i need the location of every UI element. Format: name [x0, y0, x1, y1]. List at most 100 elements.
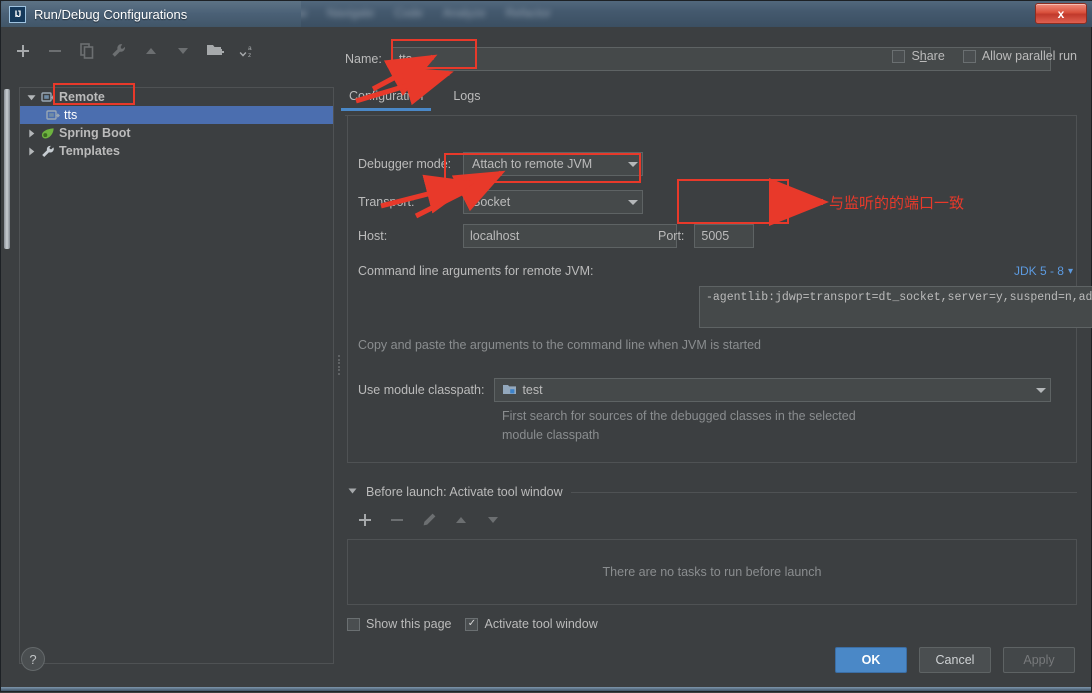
- debugger-mode-label: Debugger mode:: [358, 157, 463, 171]
- sort-alpha-icon[interactable]: az: [239, 43, 257, 61]
- module-classpath-value-wrap: test: [503, 383, 542, 398]
- debugger-mode-value: Attach to remote JVM: [472, 157, 592, 171]
- allow-parallel-run-checkbox-box[interactable]: [963, 50, 976, 63]
- tree-node-tts[interactable]: tts: [20, 106, 333, 124]
- cmd-args-hint: Copy and paste the arguments to the comm…: [358, 338, 761, 352]
- activate-tool-window-checkbox-box[interactable]: ✓: [465, 618, 478, 631]
- move-up-icon: [143, 43, 161, 61]
- module-classpath-label: Use module classpath:: [358, 383, 484, 397]
- module-classpath-value: test: [522, 383, 542, 397]
- twisty-expanded-icon[interactable]: [26, 92, 37, 103]
- close-icon[interactable]: x: [1035, 3, 1087, 24]
- before-launch-empty-text: There are no tasks to run before launch: [603, 565, 822, 579]
- tree-node-spring-boot[interactable]: Spring Boot: [20, 124, 333, 142]
- module-hint-1: First search for sources of the debugged…: [502, 409, 856, 423]
- remote-icon: [41, 90, 55, 104]
- tree-node-label: Templates: [59, 144, 120, 158]
- configurations-toolbar: az: [15, 39, 257, 65]
- before-launch-title: Before launch: Activate tool window: [366, 485, 563, 499]
- allow-parallel-run-label: Allow parallel run: [982, 49, 1077, 63]
- bl-remove-icon: [389, 512, 407, 530]
- chevron-down-icon: [628, 200, 638, 205]
- panel-splitter[interactable]: [336, 353, 342, 377]
- chevron-down-icon: ▾: [1068, 266, 1073, 277]
- help-button[interactable]: ?: [21, 647, 45, 671]
- bg-menu-item: Refactor: [506, 6, 551, 20]
- ok-button[interactable]: OK: [835, 647, 907, 673]
- host-label: Host:: [358, 229, 463, 243]
- tree-scrollbar[interactable]: [3, 89, 11, 663]
- port-label: Port:: [658, 229, 684, 243]
- show-this-page-label: Show this page: [366, 617, 451, 631]
- chevron-down-icon: [628, 162, 638, 167]
- before-launch-header[interactable]: Before launch: Activate tool window: [347, 483, 1077, 501]
- activate-tool-window-label: Activate tool window: [484, 617, 597, 631]
- transport-label: Transport:: [358, 195, 463, 209]
- transport-value: Socket: [472, 195, 510, 209]
- jdk-version-label: JDK 5 - 8: [1014, 264, 1064, 278]
- bl-up-icon: [453, 512, 471, 530]
- tree-node-templates[interactable]: Templates: [20, 142, 333, 160]
- tree-scrollbar-thumb[interactable]: [4, 89, 10, 249]
- debugger-mode-select[interactable]: Attach to remote JVM: [463, 152, 643, 176]
- transport-row: Transport: Socket: [358, 190, 643, 214]
- allow-parallel-run-checkbox[interactable]: Allow parallel run: [963, 49, 1077, 63]
- tab-logs[interactable]: Logs: [451, 85, 482, 111]
- share-options: Share Allow parallel run: [892, 49, 1077, 63]
- collapse-triangle-icon[interactable]: [347, 483, 358, 501]
- name-label: Name:: [345, 52, 382, 66]
- host-row: Host: localhost: [358, 224, 677, 248]
- port-input[interactable]: 5005: [694, 224, 754, 248]
- apply-button[interactable]: Apply: [1003, 647, 1075, 673]
- cmd-args-textarea[interactable]: -agentlib:jdwp=transport=dt_socket,serve…: [699, 286, 1092, 328]
- module-hint-line1: First search for sources of the debugged…: [502, 409, 856, 423]
- share-checkbox-box[interactable]: [892, 50, 905, 63]
- show-this-page-checkbox-box[interactable]: [347, 618, 360, 631]
- bl-add-icon[interactable]: [357, 512, 375, 530]
- twisty-collapsed-icon[interactable]: [26, 146, 37, 157]
- transport-select[interactable]: Socket: [463, 190, 643, 214]
- configurations-tree[interactable]: Remote tts Spring Boot Templates: [19, 87, 334, 664]
- cancel-button[interactable]: Cancel: [919, 647, 991, 673]
- before-launch-task-list[interactable]: There are no tasks to run before launch: [347, 539, 1077, 605]
- share-checkbox[interactable]: Share: [892, 49, 944, 63]
- move-down-icon: [175, 43, 193, 61]
- configuration-editor-pane: Name: tts Share Allow parallel run Confi…: [345, 39, 1077, 691]
- new-folder-icon[interactable]: [207, 43, 225, 61]
- tree-node-remote[interactable]: Remote: [20, 88, 333, 106]
- add-icon[interactable]: [15, 43, 33, 61]
- before-launch-checkboxes: Show this page ✓ Activate tool window: [347, 617, 1077, 631]
- run-debug-configurations-dialog: File Edit View Navigate Code Analyze Ref…: [0, 0, 1092, 692]
- host-input[interactable]: localhost: [463, 224, 677, 248]
- dialog-buttons: OK Cancel Apply: [835, 647, 1075, 673]
- tree-node-label: tts: [64, 108, 77, 122]
- activate-tool-window-checkbox[interactable]: ✓ Activate tool window: [465, 617, 597, 631]
- bl-edit-icon: [421, 512, 439, 530]
- bl-down-icon: [485, 512, 503, 530]
- cmd-args-label-row: Command line arguments for remote JVM:: [358, 264, 594, 278]
- module-classpath-row: Use module classpath: test: [358, 378, 1051, 402]
- tree-node-label: Spring Boot: [59, 126, 131, 140]
- bg-menu-item: Analyze: [443, 6, 486, 20]
- before-launch-section: Before launch: Activate tool window Ther…: [347, 483, 1077, 631]
- spring-icon: [41, 126, 55, 140]
- debugger-mode-row: Debugger mode: Attach to remote JVM: [358, 152, 643, 176]
- cmd-args-label: Command line arguments for remote JVM:: [358, 264, 594, 278]
- module-icon: [503, 383, 516, 398]
- svg-text:z: z: [248, 52, 251, 59]
- module-classpath-select[interactable]: test: [494, 378, 1051, 402]
- twisty-collapsed-icon[interactable]: [26, 128, 37, 139]
- intellij-logo-icon: IJ: [9, 6, 26, 23]
- tab-configuration[interactable]: Configuration: [347, 85, 425, 111]
- module-hint-line2: module classpath: [502, 428, 599, 442]
- header-divider: [571, 492, 1077, 493]
- copy-icon: [79, 43, 97, 61]
- window-bottom-edge: [1, 687, 1091, 691]
- wrench-icon: [41, 144, 55, 158]
- tree-node-label: Remote: [59, 90, 105, 104]
- svg-text:a: a: [248, 45, 252, 52]
- share-checkbox-label: Share: [911, 49, 944, 63]
- jdk-version-selector[interactable]: JDK 5 - 8 ▾: [1014, 264, 1073, 278]
- show-this-page-checkbox[interactable]: Show this page: [347, 617, 451, 631]
- title-bar: IJ Run/Debug Configurations: [1, 1, 301, 27]
